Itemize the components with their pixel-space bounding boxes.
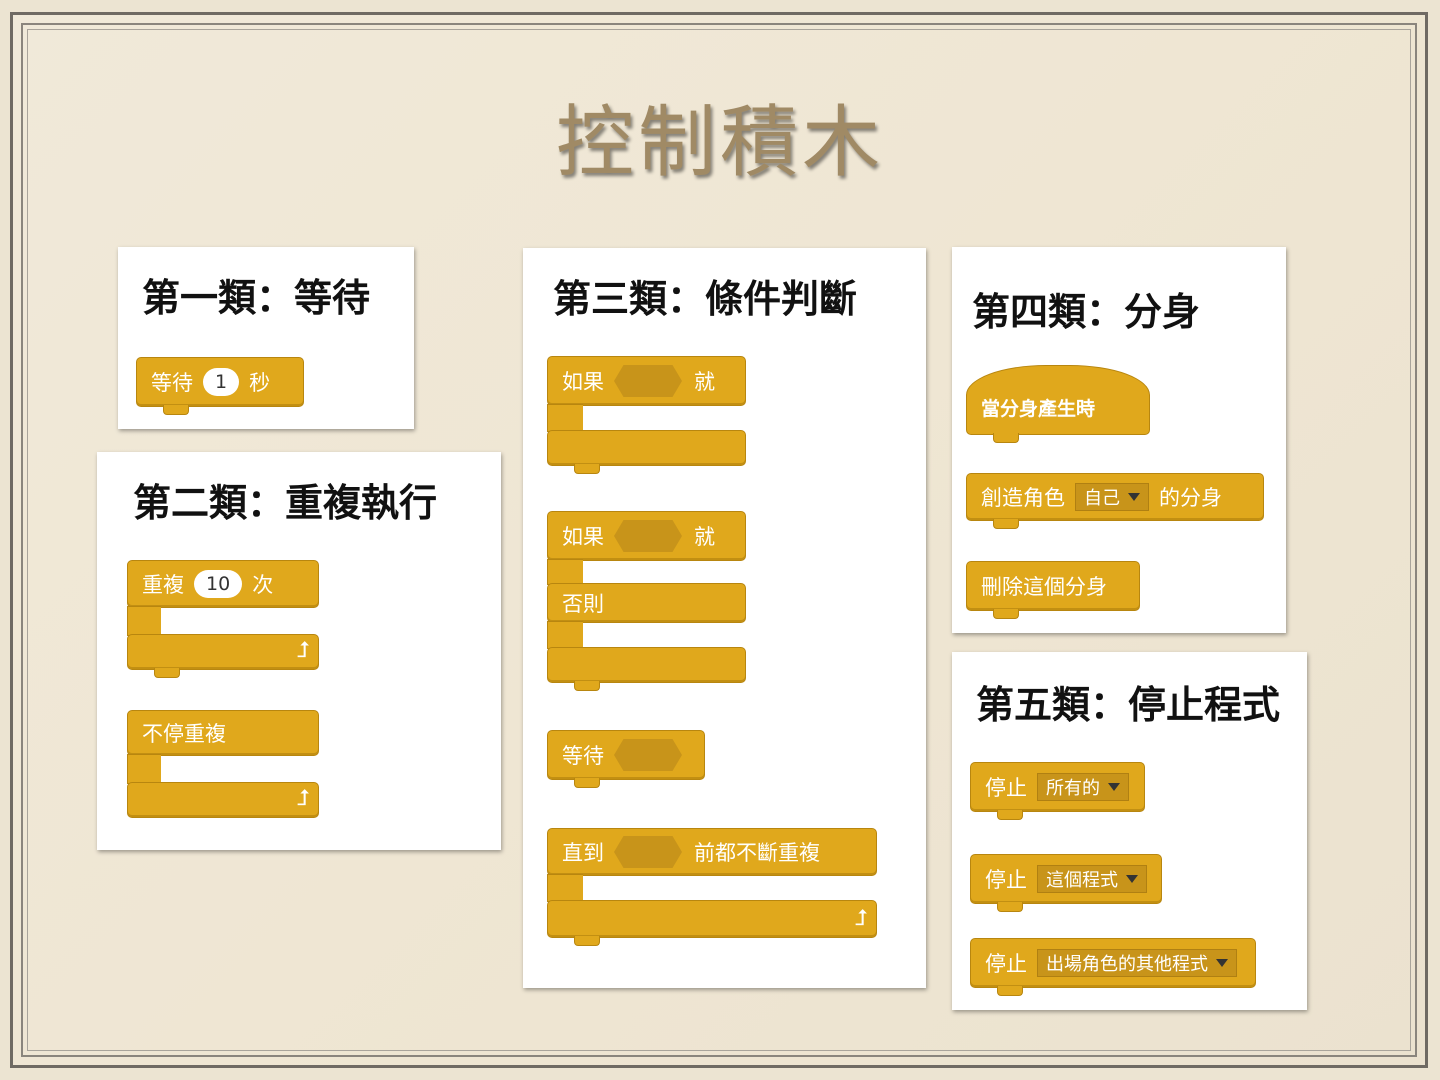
block-label: 等待 bbox=[151, 371, 193, 395]
stop-other-scripts-block[interactable]: 停止 出場角色的其他程式 bbox=[970, 938, 1256, 996]
repeat-block-top: 重複 10 次 bbox=[127, 560, 319, 608]
when-clone-starts-hat[interactable]: 當分身產生時 bbox=[966, 365, 1150, 443]
wait-until-block[interactable]: 等待 bbox=[547, 730, 705, 788]
create-clone-block[interactable]: 創造角色 自己 的分身 bbox=[966, 473, 1264, 529]
condition-slot[interactable] bbox=[614, 520, 682, 552]
wait-seconds-block[interactable]: 等待 1 秒 bbox=[136, 357, 304, 415]
block-unit: 秒 bbox=[249, 371, 271, 395]
if-block-top: 如果 就 bbox=[547, 356, 746, 406]
stop-this-script-block[interactable]: 停止 這個程式 bbox=[970, 854, 1162, 912]
if-block-bottom bbox=[547, 430, 746, 474]
slide-title: 控制積木 bbox=[555, 98, 884, 188]
forever-block[interactable]: 不停重複 ⮥ bbox=[127, 710, 319, 818]
c-arm bbox=[547, 874, 583, 902]
block-label: 停止 bbox=[985, 868, 1027, 892]
loop-arrow-icon: ⮥ bbox=[297, 786, 310, 811]
dropdown-value: 自己 bbox=[1084, 488, 1120, 509]
dropdown-arrow-icon bbox=[1108, 783, 1120, 791]
clone-target-dropdown[interactable]: 自己 bbox=[1075, 483, 1149, 511]
c-arm bbox=[127, 606, 161, 636]
panel-title: 第四類：分身 bbox=[972, 290, 1201, 334]
repeat-count-input[interactable]: 10 bbox=[194, 570, 243, 598]
dropdown-value: 出場角色的其他程式 bbox=[1046, 954, 1208, 975]
block-label: 創造角色 bbox=[981, 486, 1065, 510]
panel-title: 第三類：條件判斷 bbox=[553, 277, 858, 321]
if-else-block[interactable]: 如果 就 否則 bbox=[547, 511, 746, 691]
block-suffix: 的分身 bbox=[1159, 486, 1222, 510]
repeat-block[interactable]: 重複 10 次 ⮥ bbox=[127, 560, 319, 678]
panel-title: 第二類：重複執行 bbox=[133, 481, 438, 525]
block-label: 停止 bbox=[985, 776, 1027, 800]
c-arm bbox=[547, 559, 583, 585]
panel-stop: 第五類：停止程式 停止 所有的 停止 這個程式 停止 出場角色的其他程式 bbox=[952, 652, 1307, 1010]
panel-clones: 第四類：分身 當分身產生時 創造角色 自己 的分身 刪除這個分身 bbox=[952, 247, 1286, 633]
block-label: 停止 bbox=[985, 952, 1027, 976]
block-else: 否則 bbox=[562, 592, 604, 616]
delete-clone-block[interactable]: 刪除這個分身 bbox=[966, 561, 1140, 619]
block-unit: 次 bbox=[252, 573, 274, 597]
block-label: 不停重複 bbox=[142, 722, 226, 746]
block-label: 等待 bbox=[562, 744, 604, 768]
panel-conditions: 第三類：條件判斷 如果 就 如果 就 否則 等待 直到 前都不斷重複 ⮥ bbox=[523, 248, 926, 988]
block-suffix: 前都不斷重複 bbox=[694, 841, 820, 865]
dropdown-arrow-icon bbox=[1126, 875, 1138, 883]
block-then: 就 bbox=[694, 525, 715, 549]
stop-option-dropdown[interactable]: 這個程式 bbox=[1037, 865, 1147, 893]
c-arm bbox=[547, 404, 583, 432]
dropdown-arrow-icon bbox=[1128, 493, 1140, 501]
block-label: 直到 bbox=[562, 841, 604, 865]
else-label-block: 否則 bbox=[547, 583, 746, 623]
if-block[interactable]: 如果 就 bbox=[547, 356, 746, 474]
seconds-input[interactable]: 1 bbox=[203, 368, 240, 396]
loop-arrow-icon: ⮥ bbox=[297, 638, 310, 663]
block-label: 如果 bbox=[562, 370, 604, 394]
condition-slot[interactable] bbox=[614, 836, 682, 868]
panel-title: 第五類：停止程式 bbox=[976, 683, 1281, 727]
stop-option-dropdown[interactable]: 出場角色的其他程式 bbox=[1037, 949, 1237, 977]
repeat-block-bottom: ⮥ bbox=[127, 634, 319, 678]
repeat-until-block-top: 直到 前都不斷重複 bbox=[547, 828, 877, 876]
stop-all-block[interactable]: 停止 所有的 bbox=[970, 762, 1145, 820]
repeat-until-block-bottom: ⮥ bbox=[547, 900, 877, 946]
panel-repeat: 第二類：重複執行 重複 10 次 ⮥ 不停重複 ⮥ bbox=[97, 452, 501, 850]
repeat-until-block[interactable]: 直到 前都不斷重複 ⮥ bbox=[547, 828, 877, 946]
block-label: 如果 bbox=[562, 525, 604, 549]
stop-option-dropdown[interactable]: 所有的 bbox=[1037, 773, 1129, 801]
condition-slot[interactable] bbox=[614, 365, 682, 397]
condition-slot[interactable] bbox=[614, 739, 682, 771]
dropdown-value: 這個程式 bbox=[1046, 870, 1118, 891]
panel-title: 第一類：等待 bbox=[142, 276, 371, 320]
block-label: 刪除這個分身 bbox=[981, 575, 1107, 599]
if-else-block-top: 如果 就 bbox=[547, 511, 746, 561]
block-label: 重複 bbox=[142, 573, 184, 597]
if-else-block-bottom bbox=[547, 647, 746, 691]
dropdown-arrow-icon bbox=[1216, 959, 1228, 967]
forever-block-bottom: ⮥ bbox=[127, 782, 319, 818]
block-then: 就 bbox=[694, 370, 715, 394]
loop-arrow-icon: ⮥ bbox=[855, 906, 868, 931]
c-arm bbox=[127, 754, 161, 784]
panel-wait: 第一類：等待 等待 1 秒 bbox=[118, 247, 414, 429]
dropdown-value: 所有的 bbox=[1046, 778, 1100, 799]
forever-block-top: 不停重複 bbox=[127, 710, 319, 756]
c-arm bbox=[547, 621, 583, 649]
block-label: 當分身產生時 bbox=[981, 398, 1096, 420]
